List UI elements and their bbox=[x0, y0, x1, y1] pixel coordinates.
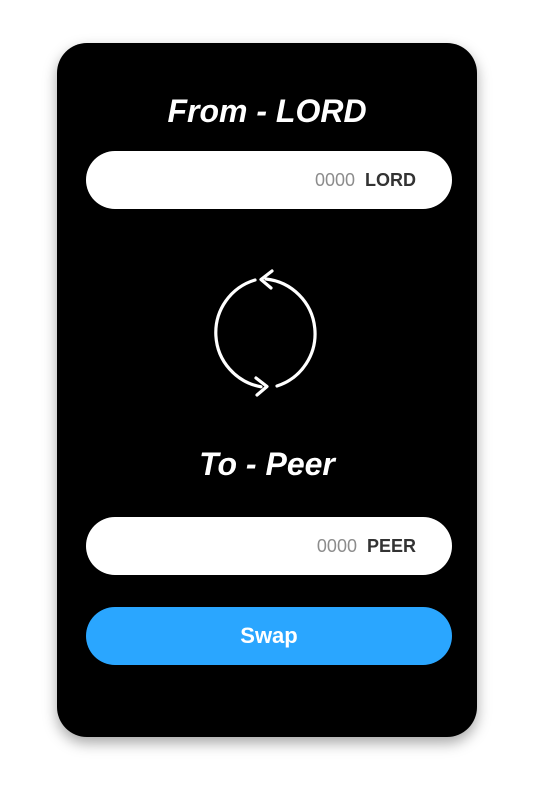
from-amount-placeholder: 0000 bbox=[314, 169, 355, 190]
from-amount-field[interactable]: 0000 LORD bbox=[86, 151, 452, 209]
swap-arrows-icon[interactable] bbox=[200, 267, 332, 399]
from-unit-label: LORD bbox=[365, 169, 416, 190]
from-title: From - LORD bbox=[167, 93, 367, 129]
to-amount-field[interactable]: 0000 PEER bbox=[86, 517, 452, 575]
swap-button[interactable]: Swap bbox=[86, 607, 452, 665]
to-unit-label: PEER bbox=[366, 535, 416, 556]
to-amount-placeholder: 0000 bbox=[316, 535, 357, 556]
to-title: To - Peer bbox=[199, 446, 335, 482]
swap-card: From - LORD 0000 LORD To - Peer 0000 PEE… bbox=[57, 43, 477, 737]
